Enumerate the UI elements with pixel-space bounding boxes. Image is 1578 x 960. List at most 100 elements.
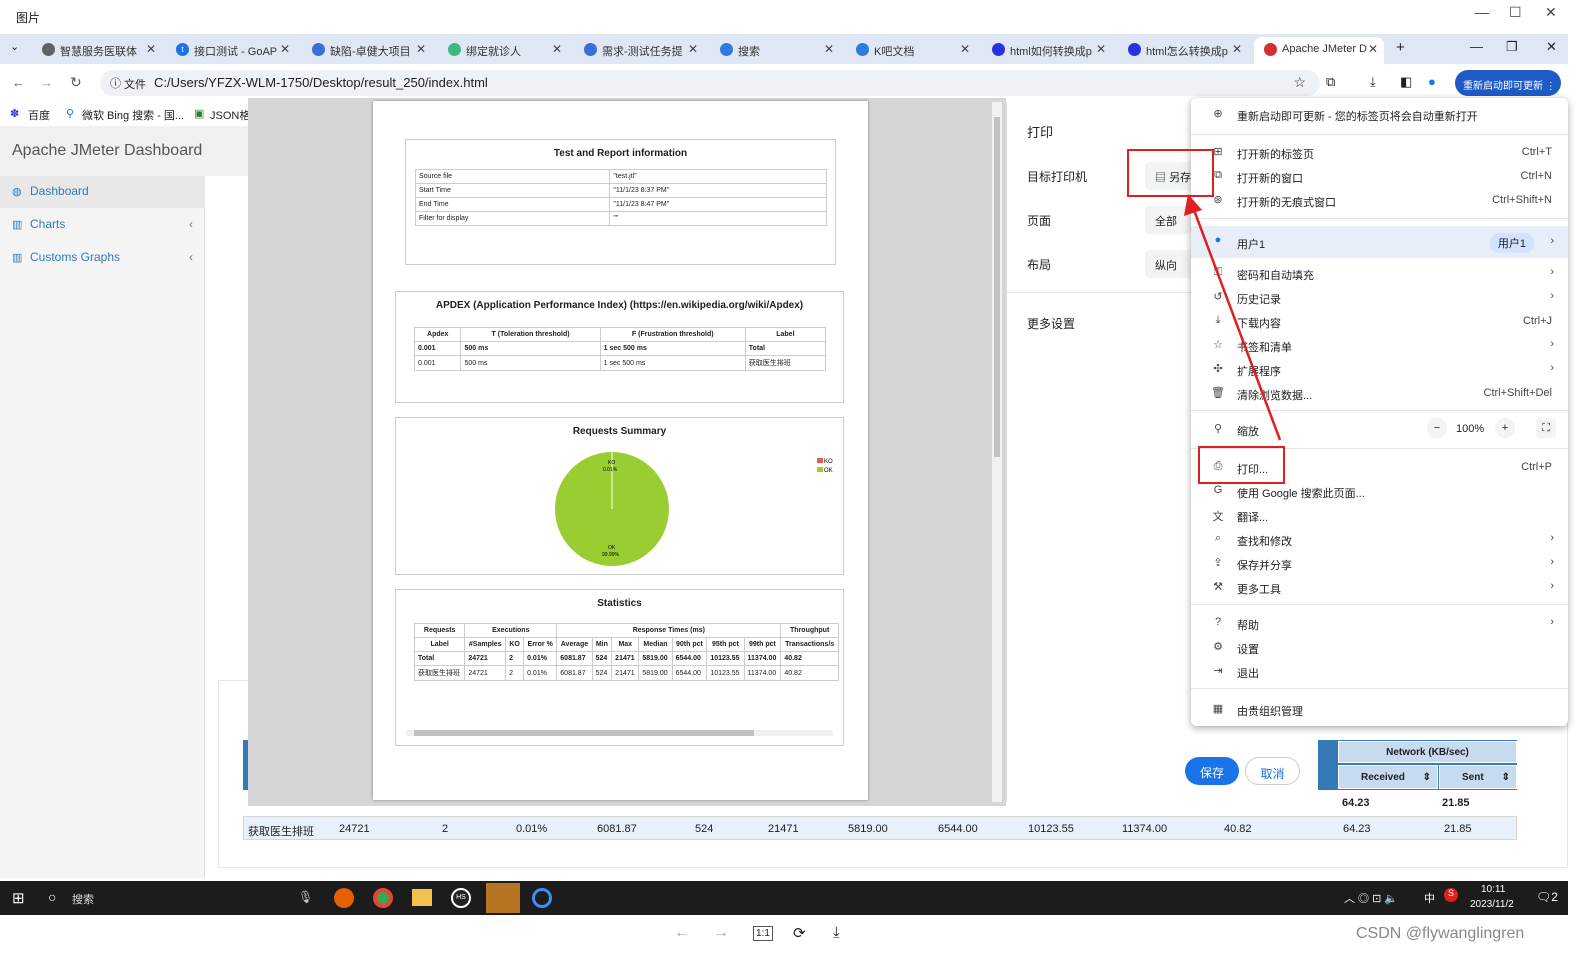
tab-close-icon[interactable]: ✕ xyxy=(688,42,698,56)
menu-item-more-tools[interactable]: ⚒ 更多工具 › xyxy=(1191,576,1568,600)
tab-close-icon[interactable]: ✕ xyxy=(552,42,562,56)
update-button[interactable]: 重新启动即可更新 ⋮ xyxy=(1455,70,1561,96)
baidu-icon xyxy=(992,43,1005,56)
zoom-in-button[interactable]: + xyxy=(1495,418,1515,438)
app-icon[interactable] xyxy=(532,888,552,908)
divider xyxy=(1191,134,1568,135)
tab[interactable]: 需求-测试任务提 ✕ xyxy=(574,37,704,64)
tab-close-icon[interactable]: ✕ xyxy=(146,42,156,56)
taskbar-search[interactable]: 搜索 xyxy=(72,891,94,907)
reload-icon[interactable]: ↻ xyxy=(70,74,82,91)
chrome-icon[interactable] xyxy=(373,888,393,908)
scroll-thumb[interactable] xyxy=(994,117,1000,457)
close-icon[interactable]: ✕ xyxy=(1546,39,1557,55)
sidebar-item-customs-graphs[interactable]: ▥ Customs Graphs ‹ xyxy=(0,242,205,274)
zoom-out-button[interactable]: − xyxy=(1427,418,1447,438)
menu-item-translate[interactable]: 文翻译... xyxy=(1191,504,1568,528)
rotate-icon[interactable]: ⟳ xyxy=(793,924,806,942)
url-field[interactable]: ⓘ 文件 C:/Users/YFZX-WLM-1750/Desktop/resu… xyxy=(100,70,1320,96)
sogou-icon[interactable]: S xyxy=(1444,888,1458,902)
legend-ko: KO xyxy=(824,459,833,465)
menu-item-exit[interactable]: ⇥ 退出 xyxy=(1191,660,1568,684)
maximize-icon[interactable]: ☐ xyxy=(1509,4,1522,21)
info-icon: ⓘ xyxy=(110,78,121,90)
tab-close-icon[interactable]: ✕ xyxy=(1232,42,1242,56)
share-icon: ⇪ xyxy=(1213,557,1223,569)
chevron-right-icon: › xyxy=(1550,532,1554,544)
chevron-right-icon: › xyxy=(1550,580,1554,592)
prev-image-icon[interactable]: ← xyxy=(674,924,690,942)
preview-scrollbar[interactable] xyxy=(992,102,1002,802)
wechat-icon[interactable] xyxy=(486,883,520,913)
menu-item-new-window[interactable]: ⧉ 打开新的窗口 Ctrl+N xyxy=(1191,165,1568,189)
bookmark-star-icon[interactable]: ☆ xyxy=(1293,74,1306,91)
tab-close-icon[interactable]: ✕ xyxy=(416,42,426,56)
notification-icon[interactable]: 🗨2 xyxy=(1536,890,1558,904)
new-tab-icon[interactable]: + xyxy=(1396,39,1405,56)
windows-start-icon[interactable]: ⊞ xyxy=(12,889,25,907)
tab[interactable]: html怎么转换成p ✕ xyxy=(1118,37,1248,64)
bookmark[interactable]: 百度 xyxy=(28,107,50,123)
menu-item-managed[interactable]: ▦ 由贵组织管理 xyxy=(1191,698,1568,722)
pie-pct-ko: 0.01% xyxy=(603,467,618,473)
fullscreen-icon[interactable]: ⛶ xyxy=(1536,418,1556,438)
pie-label-ko: KO xyxy=(608,460,615,466)
tab-active[interactable]: Apache JMeter D ✕ xyxy=(1254,37,1384,64)
sidepanel-icon[interactable]: ◧ xyxy=(1400,74,1412,90)
tab-close-icon[interactable]: ✕ xyxy=(960,42,970,56)
minimize-icon[interactable]: — xyxy=(1475,4,1489,20)
tab-close-icon[interactable]: ✕ xyxy=(1096,42,1106,56)
menu-item-help[interactable]: ? 帮助 › xyxy=(1191,612,1568,636)
pages-label: 页面 xyxy=(1027,214,1052,228)
microphone-icon[interactable]: 🎙 xyxy=(298,890,313,904)
sent-header[interactable]: Sent ⇕ xyxy=(1439,765,1517,789)
save-button[interactable]: 保存 xyxy=(1185,757,1239,785)
tab[interactable]: K吧文档 ✕ xyxy=(846,37,976,64)
extensions-icon[interactable]: ⧉ xyxy=(1326,74,1335,90)
tab-close-icon[interactable]: ✕ xyxy=(1368,42,1378,56)
bg-table-row: 获取医生排班 24721 2 0.01% 6081.87 524 21471 5… xyxy=(243,816,1517,840)
hs-app-icon[interactable]: HS xyxy=(451,888,471,908)
tray-icons[interactable]: ︿ ◎ ⊡ 🔈 xyxy=(1344,890,1398,906)
minimize-icon[interactable]: — xyxy=(1470,39,1483,54)
sidebar-item-dashboard[interactable]: ◍ Dashboard xyxy=(0,176,205,208)
ime-indicator[interactable]: 中 xyxy=(1424,890,1435,906)
firefox-icon[interactable] xyxy=(334,888,354,908)
tab-list-icon[interactable]: ⌄ xyxy=(10,40,19,53)
close-icon[interactable]: ✕ xyxy=(1545,4,1557,21)
received-header[interactable]: Received ⇕ xyxy=(1338,765,1438,789)
actual-size-icon[interactable]: 1:1 xyxy=(753,926,773,941)
tab[interactable]: html如何转换成p ✕ xyxy=(982,37,1112,64)
cancel-button[interactable]: 取消 xyxy=(1245,757,1300,785)
menu-item-new-tab[interactable]: ⊞ 打开新的标签页 Ctrl+T xyxy=(1191,141,1568,165)
tab-close-icon[interactable]: ✕ xyxy=(280,42,290,56)
bar-chart-icon: ▥ xyxy=(12,252,23,264)
sidebar-item-charts[interactable]: ▥ Charts ‹ xyxy=(0,209,205,241)
more-settings[interactable]: 更多设置 xyxy=(1027,315,1075,332)
menu-item-find-edit[interactable]: ⌕ 查找和修改 › xyxy=(1191,528,1568,552)
tab[interactable]: 缺陷-卓健大项目 ✕ xyxy=(302,37,432,64)
tab[interactable]: 搜索 ✕ xyxy=(710,37,840,64)
divider xyxy=(1191,688,1568,689)
profile-icon[interactable]: ● xyxy=(1428,74,1436,89)
restore-icon[interactable]: ❐ xyxy=(1506,39,1518,55)
h-scroll-thumb[interactable] xyxy=(414,730,754,736)
back-icon[interactable]: ← xyxy=(12,75,25,90)
menu-item-update[interactable]: ⊕ 重新启动即可更新 - 您的标签页将会自动重新打开 xyxy=(1191,103,1568,127)
tab[interactable]: t 接口测试 - GoAP ✕ xyxy=(166,37,296,64)
h-scrollbar[interactable] xyxy=(406,730,833,736)
bookmark[interactable]: 微软 Bing 搜索 - 国... xyxy=(82,107,184,123)
menu-item-settings[interactable]: ⚙ 设置 xyxy=(1191,636,1568,660)
folder-icon[interactable] xyxy=(412,889,432,906)
download-icon[interactable]: ⤓ xyxy=(1370,74,1376,90)
jmeter-icon xyxy=(1264,43,1277,56)
menu-item-save-share[interactable]: ⇪ 保存并分享 › xyxy=(1191,552,1568,576)
forward-icon[interactable]: → xyxy=(40,75,53,90)
tab[interactable]: 绑定就诊人 ✕ xyxy=(438,37,568,64)
tab[interactable]: 智慧服务医联体 ✕ xyxy=(32,37,162,64)
download-icon[interactable]: ⤓ xyxy=(833,924,840,941)
next-image-icon[interactable]: → xyxy=(713,924,729,942)
zoom-value: 100% xyxy=(1456,423,1485,435)
tab-close-icon[interactable]: ✕ xyxy=(824,42,834,56)
help-icon: ? xyxy=(1214,616,1222,628)
